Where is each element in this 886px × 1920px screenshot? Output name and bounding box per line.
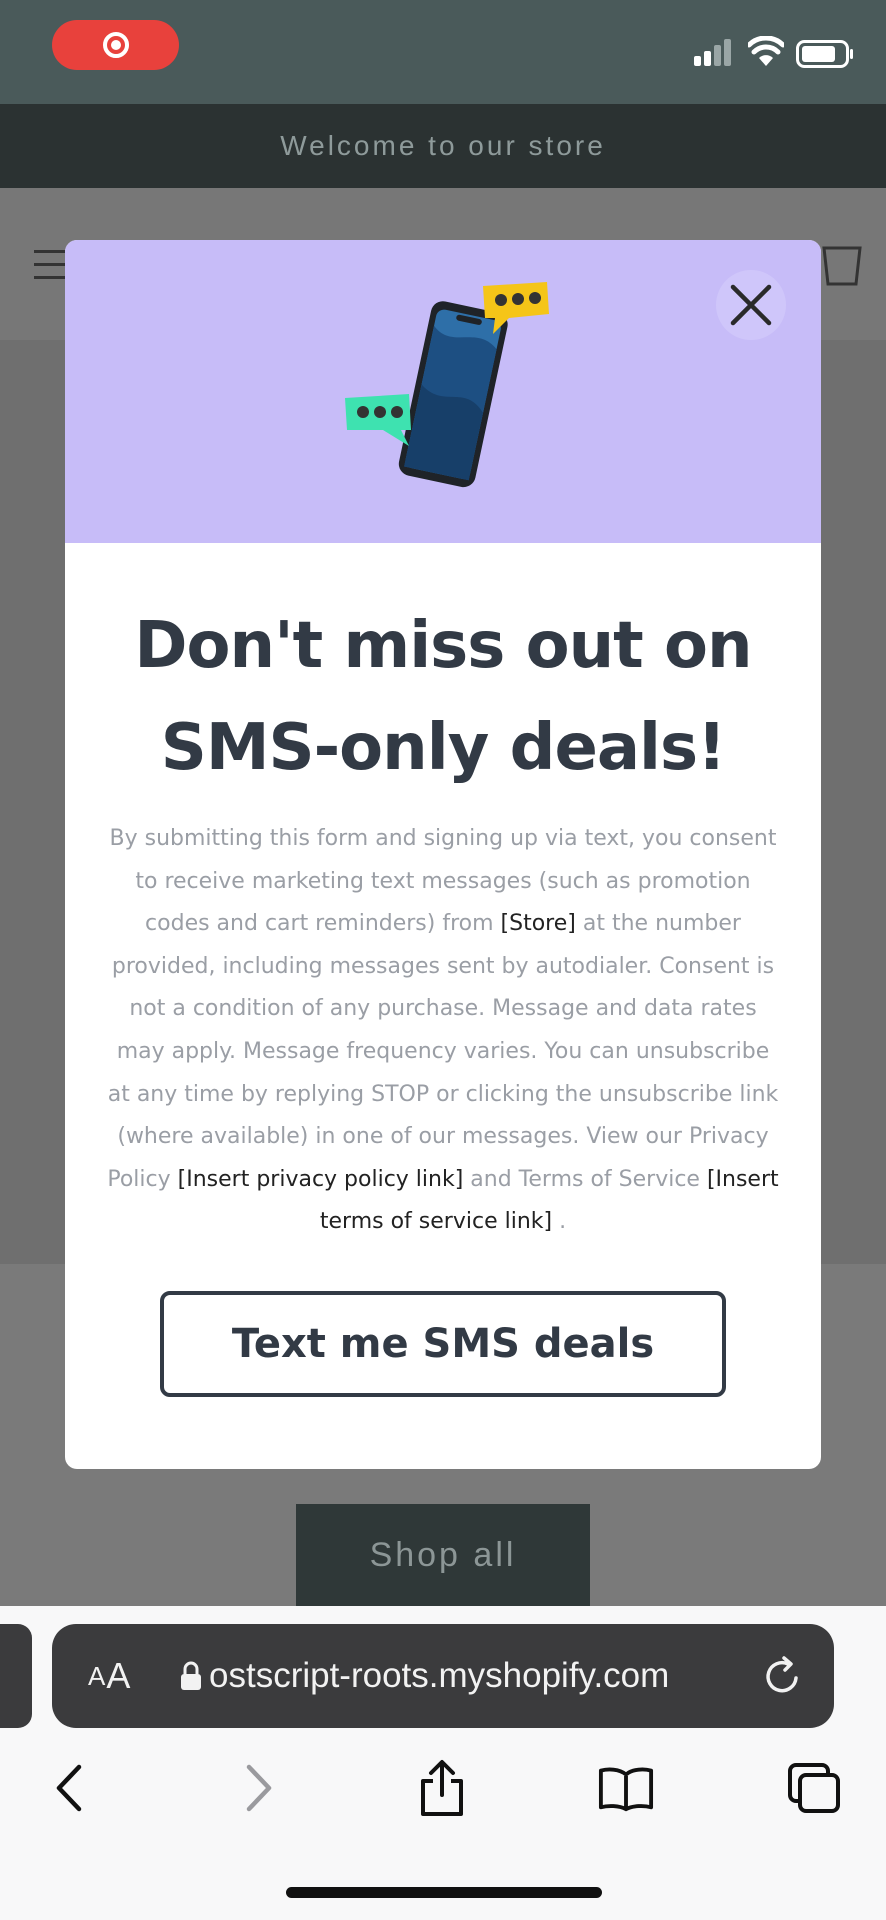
tabs-icon xyxy=(788,1763,840,1813)
text-me-sms-deals-button[interactable]: Text me SMS deals xyxy=(160,1291,726,1397)
wifi-icon xyxy=(748,36,784,66)
consent-text-part: at the number provided, including messag… xyxy=(107,911,779,1192)
tabs-button[interactable] xyxy=(786,1760,842,1816)
chevron-left-icon xyxy=(56,1764,82,1812)
address-bar[interactable]: AA ostscript-roots.myshopify.com xyxy=(52,1624,834,1728)
share-icon xyxy=(421,1760,463,1816)
previous-tab-peek[interactable] xyxy=(0,1624,32,1728)
book-icon xyxy=(598,1767,654,1812)
privacy-policy-link[interactable]: [Insert privacy policy link] xyxy=(178,1167,464,1192)
reader-aa-button[interactable]: AA xyxy=(88,1624,130,1728)
modal-banner xyxy=(65,240,821,543)
chevron-right-icon xyxy=(246,1764,272,1812)
share-button[interactable] xyxy=(414,1760,470,1816)
forward-button[interactable] xyxy=(232,1760,288,1816)
screen-record-icon xyxy=(102,32,129,58)
lock-icon xyxy=(181,1661,201,1690)
modal-title: Don't miss out on SMS-only deals! xyxy=(134,609,752,785)
cart-icon[interactable] xyxy=(822,240,862,288)
aa-small: A xyxy=(88,1660,106,1691)
home-indicator[interactable] xyxy=(286,1887,602,1898)
shop-all-button[interactable]: Shop all xyxy=(296,1504,590,1606)
bookmarks-button[interactable] xyxy=(598,1760,654,1816)
back-button[interactable] xyxy=(40,1760,96,1816)
close-icon xyxy=(730,284,772,326)
close-button[interactable] xyxy=(716,270,786,340)
cellular-signal-icon xyxy=(694,39,731,66)
aa-big: A xyxy=(106,1655,131,1696)
reload-icon[interactable] xyxy=(760,1654,804,1698)
status-bar xyxy=(0,0,886,104)
consent-text-part: . xyxy=(552,1209,567,1235)
consent-text: By submitting this form and signing up v… xyxy=(107,818,779,1244)
screen-record-indicator[interactable] xyxy=(52,20,179,70)
phone-chat-illustration xyxy=(345,282,549,488)
url-text[interactable]: ostscript-roots.myshopify.com xyxy=(209,1624,784,1728)
store-placeholder: [Store] xyxy=(500,911,576,937)
sms-signup-modal: Don't miss out on SMS-only deals! By sub… xyxy=(65,240,821,1469)
announcement-bar: Welcome to our store xyxy=(0,104,886,188)
consent-text-part: and Terms of Service xyxy=(463,1166,707,1192)
battery-icon xyxy=(796,40,853,68)
